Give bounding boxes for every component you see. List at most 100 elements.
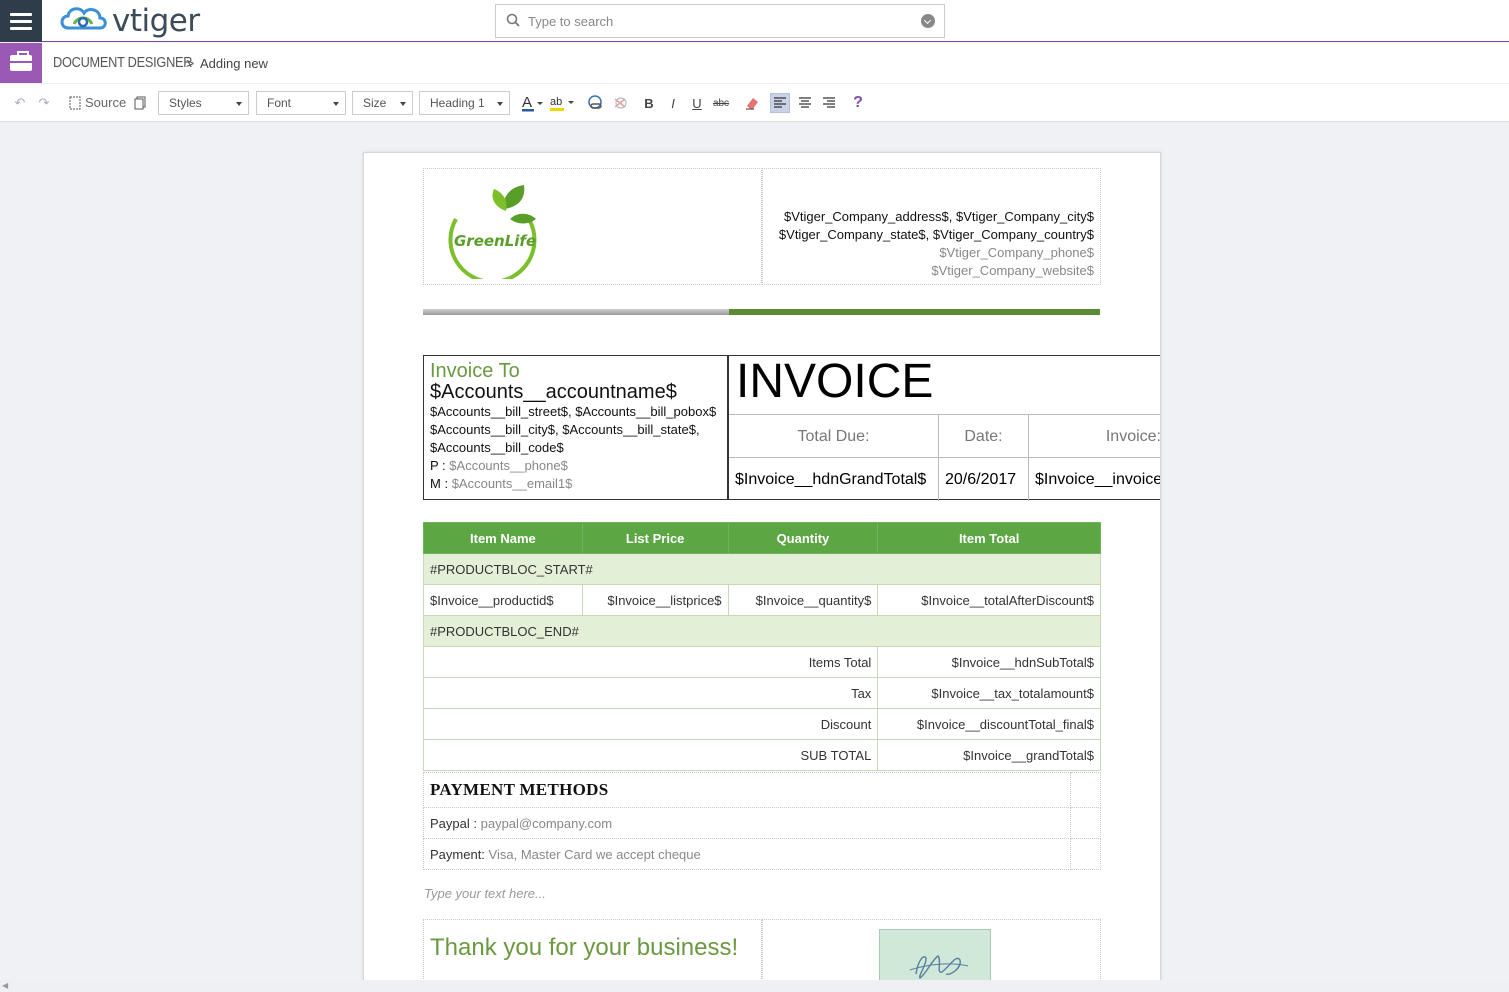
phone-value: $Accounts__phone$ (449, 458, 568, 473)
align-left-icon[interactable] (770, 93, 790, 113)
underline-button[interactable]: U (687, 93, 707, 113)
totals-value: $Invoice__discountTotal_final$ (877, 708, 1101, 740)
block-start: #PRODUCTBLOC_START# (423, 553, 1101, 585)
format-dropdown[interactable]: Heading 1 (419, 91, 510, 115)
help-button[interactable]: ? (848, 93, 868, 113)
align-right-icon[interactable] (819, 93, 839, 113)
invoice-values-row: $Invoice__hdnGrandTotal$ 20/6/2017 $Invo… (729, 457, 1160, 501)
undo-icon[interactable]: ↶ (10, 93, 30, 113)
styles-dropdown[interactable]: Styles (158, 91, 249, 115)
date-label: Date: (939, 415, 1029, 458)
block-start-row: #PRODUCTBLOC_START# (423, 553, 1101, 585)
horizontal-scrollbar[interactable]: ◀ (0, 980, 1509, 992)
text-color-icon[interactable]: A (520, 93, 544, 113)
empty-cell (1070, 772, 1101, 808)
italic-button[interactable]: I (663, 93, 683, 113)
document-page[interactable]: GreenLife $Vtiger_Company_address$, $Vti… (363, 152, 1161, 992)
company-line1: $Vtiger_Company_address$, $Vtiger_Compan… (783, 209, 1094, 224)
search-input[interactable] (528, 11, 908, 31)
strikethrough-button[interactable]: abc (711, 93, 731, 113)
invoice-summary-block[interactable]: INVOICE Total Due: Date: Invoice: $Invoi… (728, 355, 1161, 501)
item-quantity: $Invoice__quantity$ (727, 584, 879, 616)
mobile-value: $Accounts__email1$ (451, 476, 573, 491)
company-line2: $Vtiger_Company_state$, $Vtiger_Company_… (778, 227, 1094, 242)
font-dropdown[interactable]: Font (256, 91, 346, 115)
col-list-price: List Price (581, 522, 729, 554)
copy-format-icon[interactable] (130, 93, 150, 113)
align-center-icon[interactable] (795, 93, 815, 113)
paypal-row: Paypal : paypal@company.com (422, 807, 1101, 839)
totals-label: SUB TOTAL (422, 739, 879, 771)
totals-row: Discount $Invoice__discountTotal_final$ (422, 708, 1101, 740)
vtiger-logo[interactable]: vtiger (58, 3, 200, 39)
header-address-cell[interactable]: $Vtiger_Company_address$, $Vtiger_Compan… (762, 168, 1101, 285)
empty-cell (1070, 838, 1101, 870)
payment-heading: PAYMENT METHODS (422, 772, 1072, 808)
col-item-total: Item Total (877, 522, 1101, 554)
source-button[interactable]: Source (85, 84, 126, 120)
breadcrumb-current: Adding new (200, 56, 268, 71)
module-bar: DOCUMENT DESIGNER > Adding new (0, 43, 1509, 83)
redo-icon[interactable]: ↷ (34, 93, 54, 113)
top-header: vtiger (0, 0, 1509, 42)
totals-value: $Invoice__tax_totalamount$ (877, 677, 1101, 709)
editor-toolbar: ↶ ↷ Source Styles Font Size Heading 1 A … (0, 84, 1509, 122)
total-due-label: Total Due: (729, 415, 939, 458)
svg-text:A: A (522, 94, 532, 111)
invoice-to-block[interactable]: Invoice To $Accounts__accountname$ $Acco… (423, 355, 728, 500)
search-icon (506, 13, 520, 27)
link-icon[interactable] (586, 93, 606, 113)
menu-icon[interactable] (0, 0, 42, 42)
paypal-value: paypal@company.com (480, 815, 613, 831)
empty-cell (1070, 807, 1101, 839)
invoice-number-value: $Invoice__invoice_no$ (1035, 470, 1160, 488)
items-header-row: Item Name List Price Quantity Item Total (423, 522, 1101, 554)
account-name: $Accounts__accountname$ (430, 381, 677, 403)
company-phone: $Vtiger_Company_phone$ (939, 245, 1094, 260)
company-address: $Vtiger_Company_address$, $Vtiger_Compan… (779, 208, 1094, 280)
totals-label: Discount (422, 708, 879, 740)
breadcrumb-separator: > (186, 55, 195, 71)
col-item-name: Item Name (423, 522, 583, 554)
mobile-label: M : (430, 476, 449, 491)
item-total: $Invoice__totalAfterDiscount$ (877, 584, 1101, 616)
payment-row: Payment: Visa, Master Card we accept che… (422, 838, 1101, 870)
totals-row: Items Total $Invoice__hdnSubTotal$ (422, 646, 1101, 678)
date-value: 20/6/2017 (939, 458, 1029, 501)
highlight-color-icon[interactable]: ab (549, 93, 575, 113)
breadcrumb-module[interactable]: DOCUMENT DESIGNER (53, 54, 192, 71)
svg-text:ab: ab (550, 96, 562, 108)
bold-button[interactable]: B (639, 93, 659, 113)
header-logo-cell[interactable]: GreenLife (423, 168, 762, 285)
block-end: #PRODUCTBLOC_END# (423, 615, 1101, 647)
items-table[interactable]: Item Name List Price Quantity Item Total… (422, 522, 1101, 771)
totals-row: Tax $Invoice__tax_totalamount$ (422, 677, 1101, 709)
chevron-down-icon[interactable] (921, 14, 935, 28)
scroll-left-icon[interactable]: ◀ (2, 981, 8, 990)
bill-line2: $Accounts__bill_city$, $Accounts__bill_s… (430, 422, 700, 437)
payment-label: Payment: (430, 846, 485, 862)
total-due-value: $Invoice__hdnGrandTotal$ (729, 458, 939, 501)
bill-line3: $Accounts__bill_code$ (430, 440, 564, 455)
global-search[interactable] (495, 4, 945, 38)
invoice-label: Invoice: (1105, 427, 1161, 445)
col-quantity: Quantity (727, 522, 879, 554)
remove-format-icon[interactable] (742, 93, 762, 113)
payment-heading-row: PAYMENT METHODS (422, 772, 1101, 808)
item-productid: $Invoice__productid$ (423, 584, 583, 616)
bill-line1: $Accounts__bill_street$, $Accounts__bill… (430, 404, 717, 419)
source-icon[interactable] (65, 93, 85, 113)
item-row: $Invoice__productid$ $Invoice__listprice… (423, 584, 1101, 616)
briefcase-icon[interactable] (0, 43, 42, 83)
payment-methods-table[interactable]: PAYMENT METHODS Paypal : paypal@company.… (422, 772, 1101, 870)
totals-row: SUB TOTAL $Invoice__grandTotal$ (422, 739, 1101, 771)
size-dropdown[interactable]: Size (352, 91, 413, 115)
unlink-icon[interactable] (611, 93, 631, 113)
totals-label: Items Total (422, 646, 879, 678)
greenlife-logo-icon: GreenLife (448, 185, 537, 279)
block-end-row: #PRODUCTBLOC_END# (423, 615, 1101, 647)
thanks-text: Thank you for your business! (430, 934, 739, 961)
payment-value: Visa, Master Card we accept cheque (488, 846, 701, 862)
phone-label: P : (430, 458, 446, 473)
text-placeholder[interactable]: Type your text here... (424, 886, 546, 901)
